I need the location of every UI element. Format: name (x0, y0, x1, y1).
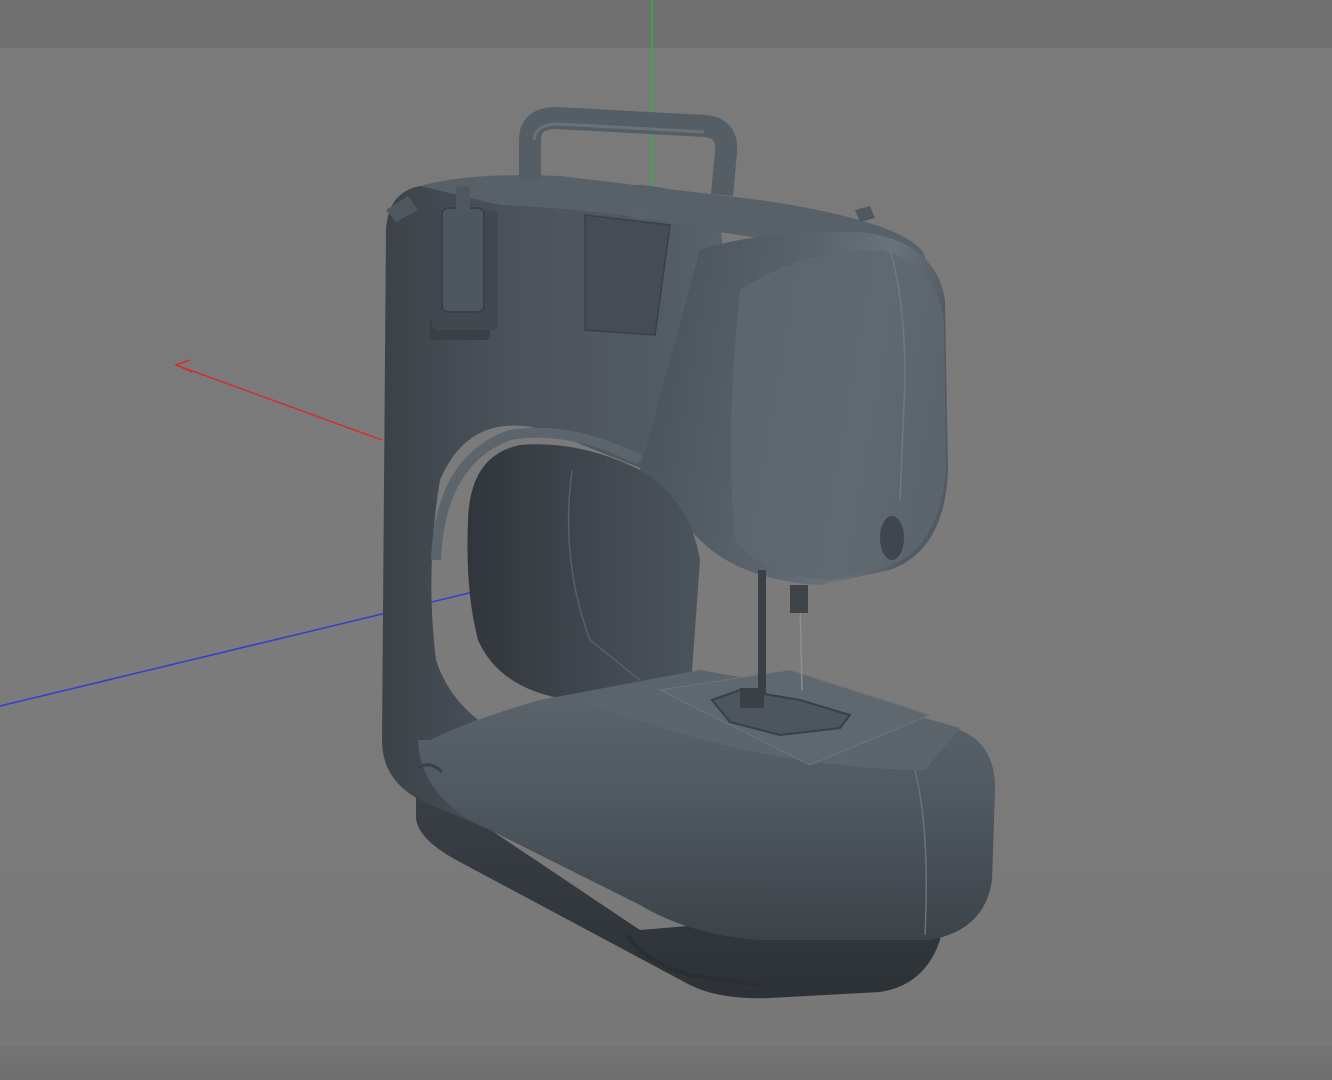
scene-canvas[interactable] (0, 0, 1332, 1080)
tension-knob (628, 205, 652, 219)
3d-viewport[interactable] (0, 0, 1332, 1080)
thread-guide (790, 585, 808, 613)
tension-cover (584, 214, 671, 336)
presser-foot-clamp (740, 688, 764, 708)
head-front-face (731, 250, 946, 580)
right-top-clip (855, 206, 875, 222)
spool-top-cap (456, 186, 470, 212)
x-axis-arrowhead (173, 359, 193, 373)
x-axis-line (175, 364, 383, 441)
thread-spool (441, 207, 485, 313)
needle-bar (758, 570, 766, 700)
handwheel-knob (880, 516, 904, 560)
